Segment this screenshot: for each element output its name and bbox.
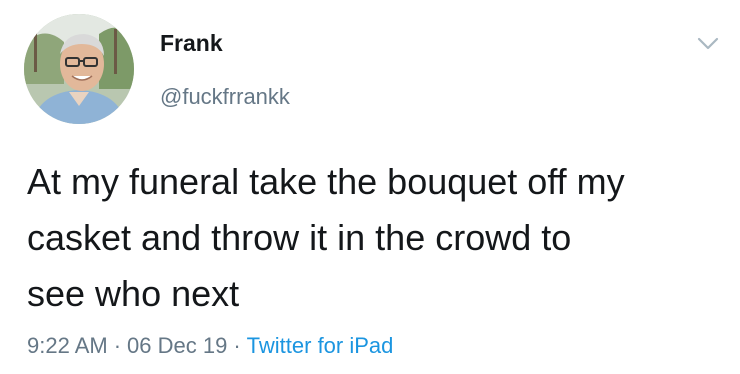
meta-separator: · [113,333,122,358]
tweet-date[interactable]: 06 Dec 19 [127,333,227,358]
tweet-text-line: see who next [27,273,240,314]
avatar[interactable] [24,14,134,124]
tweet-source-link[interactable]: Twitter for iPad [247,333,394,358]
tweet-metadata: 9:22 AM · 06 Dec 19 · Twitter for iPad [27,333,393,359]
tweet-time[interactable]: 9:22 AM [27,333,108,358]
tweet-text: At my funeral take the bouquet off my ca… [27,154,717,322]
tweet-card: Frank @fuckfrrankk At my funeral take th… [0,0,740,374]
display-name[interactable]: Frank [160,30,223,57]
meta-separator: · [233,333,241,358]
tweet-text-line: At my funeral take the bouquet off my [27,161,625,202]
handle[interactable]: @fuckfrrankk [160,84,290,110]
tweet-text-line: casket and throw it in the crowd to [27,217,572,258]
chevron-down-icon[interactable] [695,34,721,54]
avatar-photo [24,14,134,124]
